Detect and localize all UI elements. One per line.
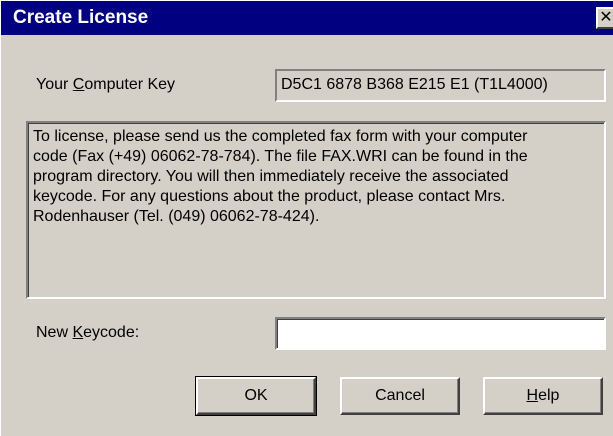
cancel-button[interactable]: Cancel bbox=[340, 377, 460, 415]
computer-key-label-prefix: Your bbox=[36, 76, 73, 93]
computer-key-label-accelerator: C bbox=[72, 76, 85, 93]
help-button-accelerator: H bbox=[526, 387, 539, 404]
computer-key-label-suffix: omputer Key bbox=[84, 76, 176, 93]
new-keycode-label-suffix: eycode: bbox=[83, 324, 140, 341]
info-line: code (Fax (+49) 06062-78-784). The file … bbox=[33, 148, 528, 165]
license-info-text: To license, please send us the completed… bbox=[26, 121, 606, 299]
computer-key-field: D5C1 6878 B368 E215 E1 (T1L4000) bbox=[275, 69, 606, 102]
info-line: Rodenhauser (Tel. (049) 06062-78-424). bbox=[33, 208, 320, 225]
new-keycode-input[interactable] bbox=[275, 317, 606, 350]
info-line: To license, please send us the completed… bbox=[33, 128, 528, 145]
close-icon[interactable]: ✕ bbox=[596, 7, 613, 29]
create-license-dialog: Create License ✕ Your Computer Key D5C1 … bbox=[0, 0, 613, 436]
ok-button[interactable]: OK bbox=[195, 376, 317, 416]
window-title: Create License bbox=[13, 7, 149, 28]
new-keycode-label-prefix: New bbox=[36, 324, 73, 341]
info-line: keycode. For any questions about the pro… bbox=[33, 188, 506, 205]
computer-key-label: Your Computer Key bbox=[36, 75, 175, 95]
help-button[interactable]: Help bbox=[483, 377, 603, 415]
new-keycode-label: New Keycode: bbox=[36, 323, 139, 343]
help-button-label: elp bbox=[538, 387, 560, 404]
info-line: program directory. You will then immedia… bbox=[33, 168, 509, 185]
title-bar[interactable]: Create License ✕ bbox=[1, 1, 613, 35]
new-keycode-label-accelerator: K bbox=[72, 324, 84, 341]
